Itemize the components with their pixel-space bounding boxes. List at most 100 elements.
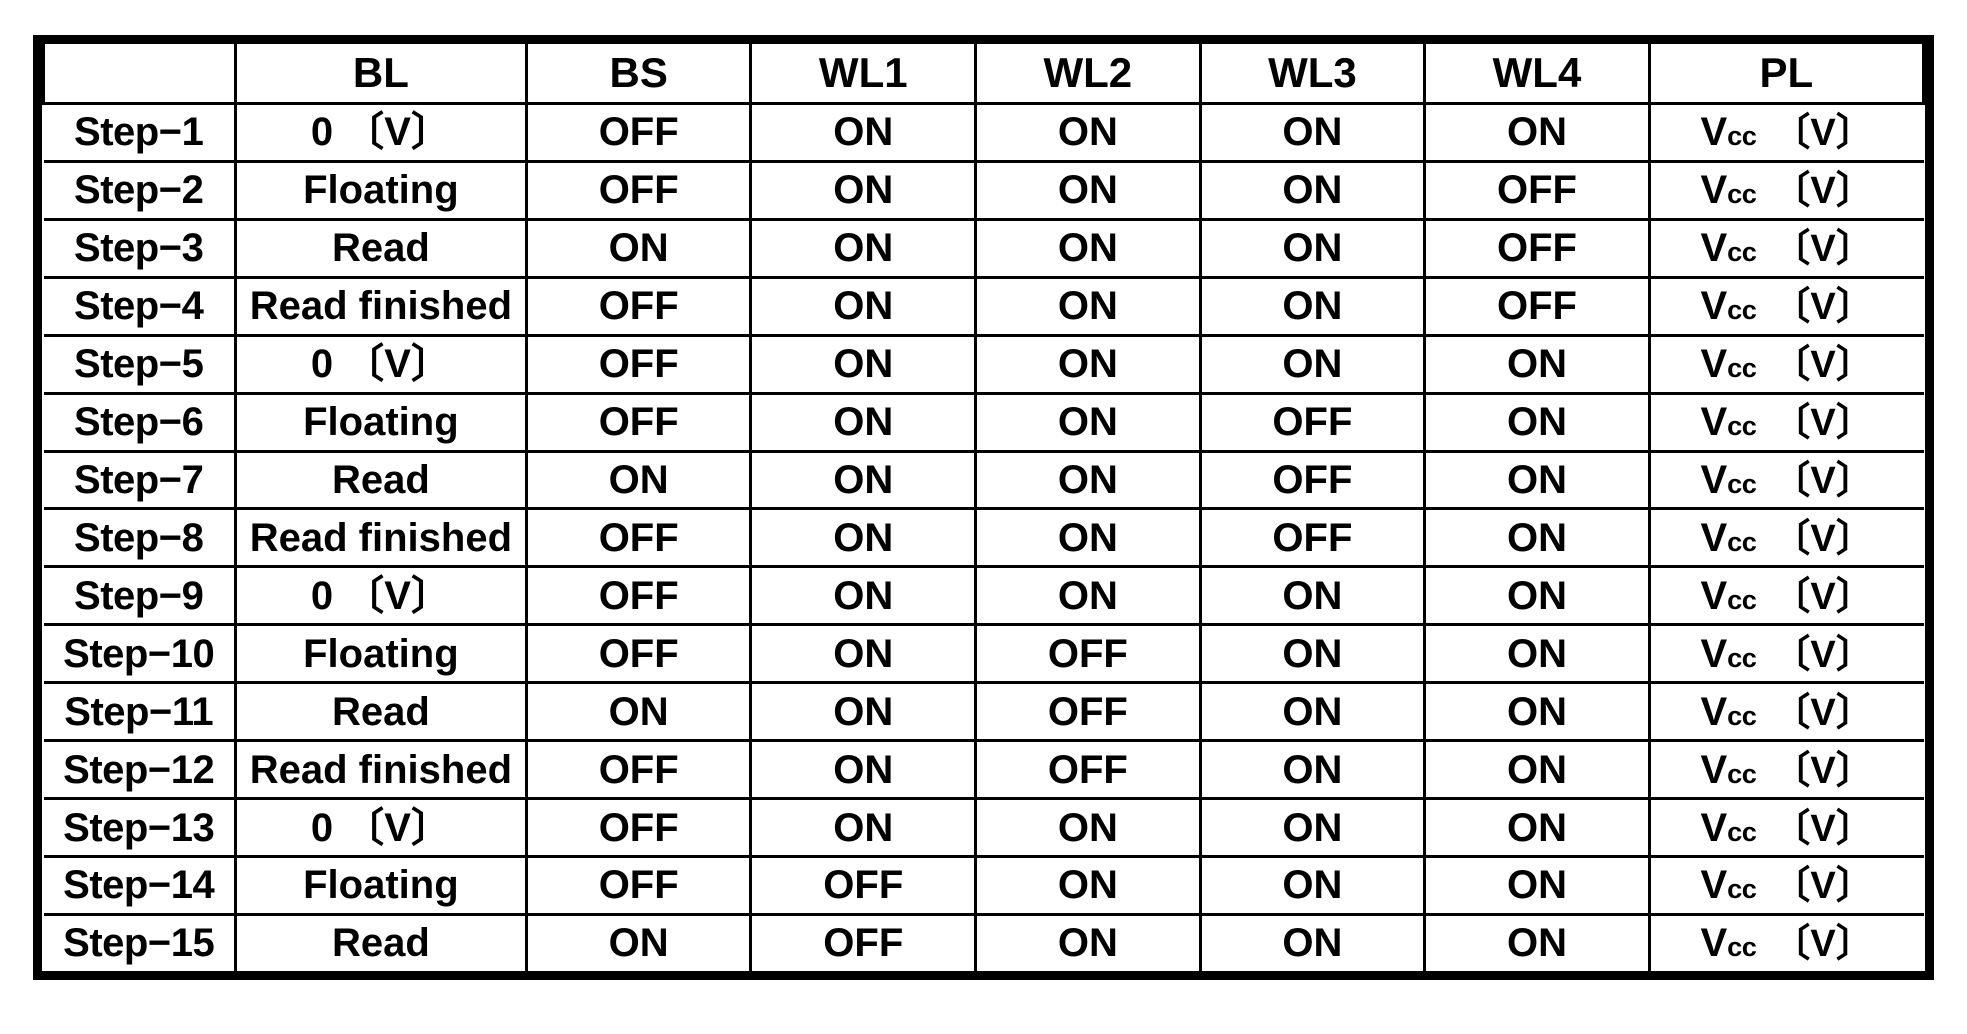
cell-pl: Vcc 〔V〕 xyxy=(1647,102,1924,163)
table-row: Step−5 0 〔V〕 OFF ON ON ON ON Vcc 〔V〕 xyxy=(43,333,1924,395)
cell-pl: Vcc 〔V〕 xyxy=(1647,275,1924,337)
vcc-value: Vcc 〔V〕 xyxy=(1700,515,1874,560)
cell-wl3: ON xyxy=(1198,565,1427,627)
cell-pl: Vcc 〔V〕 xyxy=(1647,507,1924,569)
step-label-cell: Step−7 xyxy=(43,449,237,511)
cell-wl4: OFF xyxy=(1423,275,1651,337)
cell-wl3: ON xyxy=(1198,681,1427,743)
step-label-cell: Step−9 xyxy=(43,565,237,627)
cell-wl4: ON xyxy=(1423,797,1651,858)
cell-bs: OFF xyxy=(524,333,753,395)
vcc-value: Vcc 〔V〕 xyxy=(1700,342,1874,387)
voltage-unit: 〔V〕 xyxy=(1772,517,1874,560)
voltage-unit: 〔V〕 xyxy=(1772,112,1874,155)
cell-bl: Read xyxy=(233,217,528,279)
vcc-value: Vcc 〔V〕 xyxy=(1700,457,1874,502)
column-header-wl2: WL2 xyxy=(974,44,1202,105)
table-row: Step−3 Read ON ON ON ON OFF Vcc 〔V〕 xyxy=(43,217,1924,279)
table-header: BL BS WL1 WL2 WL3 WL4 PL xyxy=(42,44,1926,105)
vcc-value: Vcc 〔V〕 xyxy=(1700,631,1874,676)
vcc-value: Vcc 〔V〕 xyxy=(1700,805,1874,850)
cell-bl: Read xyxy=(233,912,528,971)
voltage-unit: 〔V〕 xyxy=(1772,344,1874,387)
cell-bs: OFF xyxy=(524,391,753,453)
vcc-value: Vcc 〔V〕 xyxy=(1700,284,1874,329)
cell-wl2: ON xyxy=(974,449,1202,511)
cell-wl2: ON xyxy=(974,102,1202,163)
step-label-cell: Step−3 xyxy=(43,217,237,279)
vcc-value: Vcc 〔V〕 xyxy=(1700,921,1874,966)
table-row: Step−2 Floating OFF ON ON ON OFF Vcc 〔V〕 xyxy=(43,159,1924,221)
cell-bl: 0 〔V〕 xyxy=(233,797,528,858)
vcc-value: Vcc 〔V〕 xyxy=(1700,226,1874,271)
cell-wl1: OFF xyxy=(749,912,978,971)
vcc-subscript: cc xyxy=(1727,294,1757,326)
voltage-unit: 〔V〕 xyxy=(1772,691,1874,734)
cell-wl3: OFF xyxy=(1198,449,1427,511)
cell-wl3: ON xyxy=(1198,854,1427,916)
column-header-wl1: WL1 xyxy=(749,44,978,105)
step-label-cell: Step−12 xyxy=(43,739,237,801)
vcc-subscript: cc xyxy=(1727,525,1757,557)
table-row: Step−11 Read ON ON OFF ON ON Vcc 〔V〕 xyxy=(43,681,1924,743)
cell-wl2: ON xyxy=(974,854,1202,916)
cell-wl4: OFF xyxy=(1423,159,1651,221)
column-header-wl3: WL3 xyxy=(1198,44,1427,105)
vcc-subscript: cc xyxy=(1727,583,1757,615)
voltage-unit: 〔V〕 xyxy=(1772,575,1874,618)
cell-bs: OFF xyxy=(524,275,753,337)
table-row: Step−14 Floating OFF OFF ON ON ON Vcc 〔V〕 xyxy=(43,854,1924,916)
cell-wl3: OFF xyxy=(1198,507,1427,569)
cell-wl4: ON xyxy=(1423,391,1651,453)
vcc-subscript: cc xyxy=(1727,410,1757,442)
voltage-unit: 〔V〕 xyxy=(1772,923,1874,966)
table-row: Step−12 Read finished OFF ON OFF ON ON Vcc 〔V〕 xyxy=(43,739,1924,801)
cell-pl: Vcc 〔V〕 xyxy=(1647,449,1924,511)
header-row: BL BS WL1 WL2 WL3 WL4 PL xyxy=(42,44,1926,105)
cell-wl1: ON xyxy=(749,275,978,337)
cell-bl: Floating xyxy=(233,854,528,916)
vcc-value: Vcc 〔V〕 xyxy=(1700,110,1874,155)
cell-wl4: ON xyxy=(1423,507,1651,569)
vcc-subscript: cc xyxy=(1727,931,1757,963)
step-label-cell: Step−1 xyxy=(43,102,237,163)
cell-wl3: ON xyxy=(1198,159,1427,221)
cell-bl: Read finished xyxy=(233,275,528,337)
voltage-unit: 〔V〕 xyxy=(1772,228,1874,271)
column-header-corner xyxy=(42,44,237,105)
cell-wl1: ON xyxy=(749,102,978,163)
voltage-unit: 〔V〕 xyxy=(1772,402,1874,445)
vcc-subscript: cc xyxy=(1727,352,1757,384)
table-row: Step−13 0 〔V〕 OFF ON ON ON ON Vcc 〔V〕 xyxy=(43,797,1924,858)
table-row: Step−6 Floating OFF ON ON OFF ON Vcc 〔V〕 xyxy=(43,391,1924,453)
voltage-unit: 〔V〕 xyxy=(1772,749,1874,792)
cell-wl4: ON xyxy=(1423,333,1651,395)
cell-bl: Floating xyxy=(233,623,528,685)
cell-bl: Read xyxy=(233,681,528,743)
column-header-pl: PL xyxy=(1647,44,1926,105)
cell-wl2: OFF xyxy=(974,623,1202,685)
cell-wl4: OFF xyxy=(1423,217,1651,279)
table-row: Step−15 Read ON OFF ON ON ON Vcc 〔V〕 xyxy=(43,912,1924,971)
table-row: Step−1 0 〔V〕 OFF ON ON ON ON Vcc 〔V〕 xyxy=(43,102,1924,163)
cell-wl1: ON xyxy=(749,565,978,627)
cell-wl1: ON xyxy=(749,449,978,511)
vcc-value: Vcc 〔V〕 xyxy=(1700,747,1874,792)
cell-bl: 0 〔V〕 xyxy=(233,333,528,395)
step-sequence-table: BL BS WL1 WL2 WL3 WL4 PL Step−1 0 〔V〕 OFF O… xyxy=(42,44,1926,971)
cell-wl2: ON xyxy=(974,333,1202,395)
cell-bs: ON xyxy=(524,449,753,511)
step-label-cell: Step−4 xyxy=(43,275,237,337)
cell-bs: OFF xyxy=(524,739,753,801)
column-header-wl4: WL4 xyxy=(1423,44,1651,105)
cell-wl3: ON xyxy=(1198,333,1427,395)
voltage-unit: 〔V〕 xyxy=(1772,807,1874,850)
vcc-value: Vcc 〔V〕 xyxy=(1700,863,1874,908)
cell-wl3: ON xyxy=(1198,217,1427,279)
cell-wl2: ON xyxy=(974,797,1202,858)
step-label-cell: Step−5 xyxy=(43,333,237,395)
cell-pl: Vcc 〔V〕 xyxy=(1647,217,1924,279)
voltage-unit: 〔V〕 xyxy=(1772,459,1874,502)
cell-wl4: ON xyxy=(1423,854,1651,916)
table-row: Step−7 Read ON ON ON OFF ON Vcc 〔V〕 xyxy=(43,449,1924,511)
